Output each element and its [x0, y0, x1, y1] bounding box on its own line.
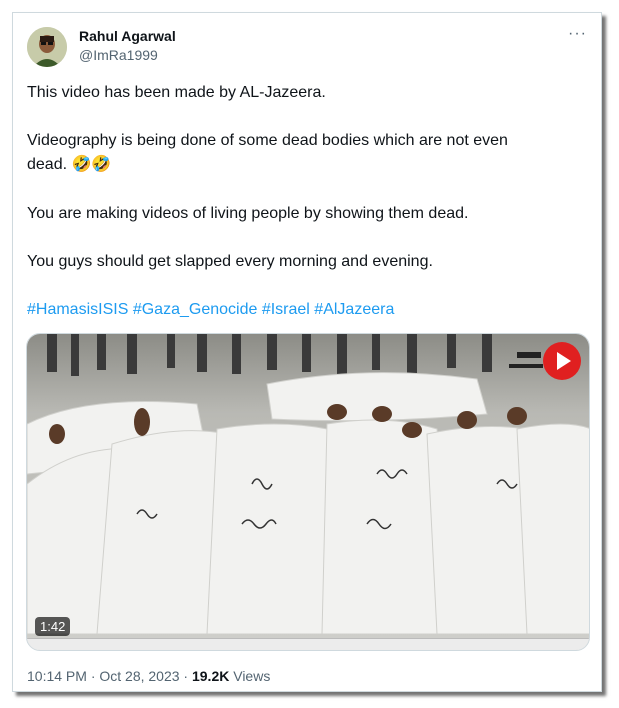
hashtag-link[interactable]: #Gaza_Genocide	[133, 301, 258, 318]
video-player[interactable]: 1:42	[26, 333, 590, 651]
tweet-text-line-2a: Videography is being done of some dead b…	[27, 132, 508, 149]
tweet-text-line-2b: dead. 🤣🤣	[27, 156, 112, 173]
more-horizontal-icon[interactable]: ···	[568, 25, 587, 43]
channel-logo-icon	[543, 342, 581, 380]
video-duration: 1:42	[35, 617, 71, 636]
video-frame	[27, 334, 589, 650]
hashtag-link[interactable]: #Israel	[262, 301, 310, 318]
tweet-card: Rahul Agarwal @ImRa1999 ··· This video h…	[12, 12, 602, 692]
hashtag-link[interactable]: #HamasisISIS	[27, 301, 128, 318]
tweet-text-line-1: This video has been made by AL-Jazeera.	[27, 84, 326, 101]
tweet-text-line-3: You are making videos of living people b…	[27, 205, 469, 222]
view-count: 19.2K	[191, 668, 230, 684]
author-name[interactable]: Rahul Agarwal	[79, 28, 176, 44]
avatar[interactable]	[27, 27, 67, 67]
tweet-text-line-4: You guys should get slapped every mornin…	[27, 253, 433, 270]
hashtag-list: #HamasisISIS #Gaza_Genocide #Israel #AlJ…	[27, 298, 587, 322]
hashtag-link[interactable]: #AlJazeera	[314, 301, 394, 318]
avatar-image	[27, 27, 67, 67]
tweet-meta: 10:14 PM · Oct 28, 2023 · 19.2K Views	[27, 668, 270, 684]
news-ticker	[27, 638, 589, 650]
author-handle[interactable]: @ImRa1999	[79, 47, 158, 63]
meta-separator: ·	[183, 668, 189, 684]
view-label: Views	[233, 668, 271, 684]
tweet-timestamp[interactable]: 10:14 PM · Oct 28, 2023	[27, 668, 180, 684]
